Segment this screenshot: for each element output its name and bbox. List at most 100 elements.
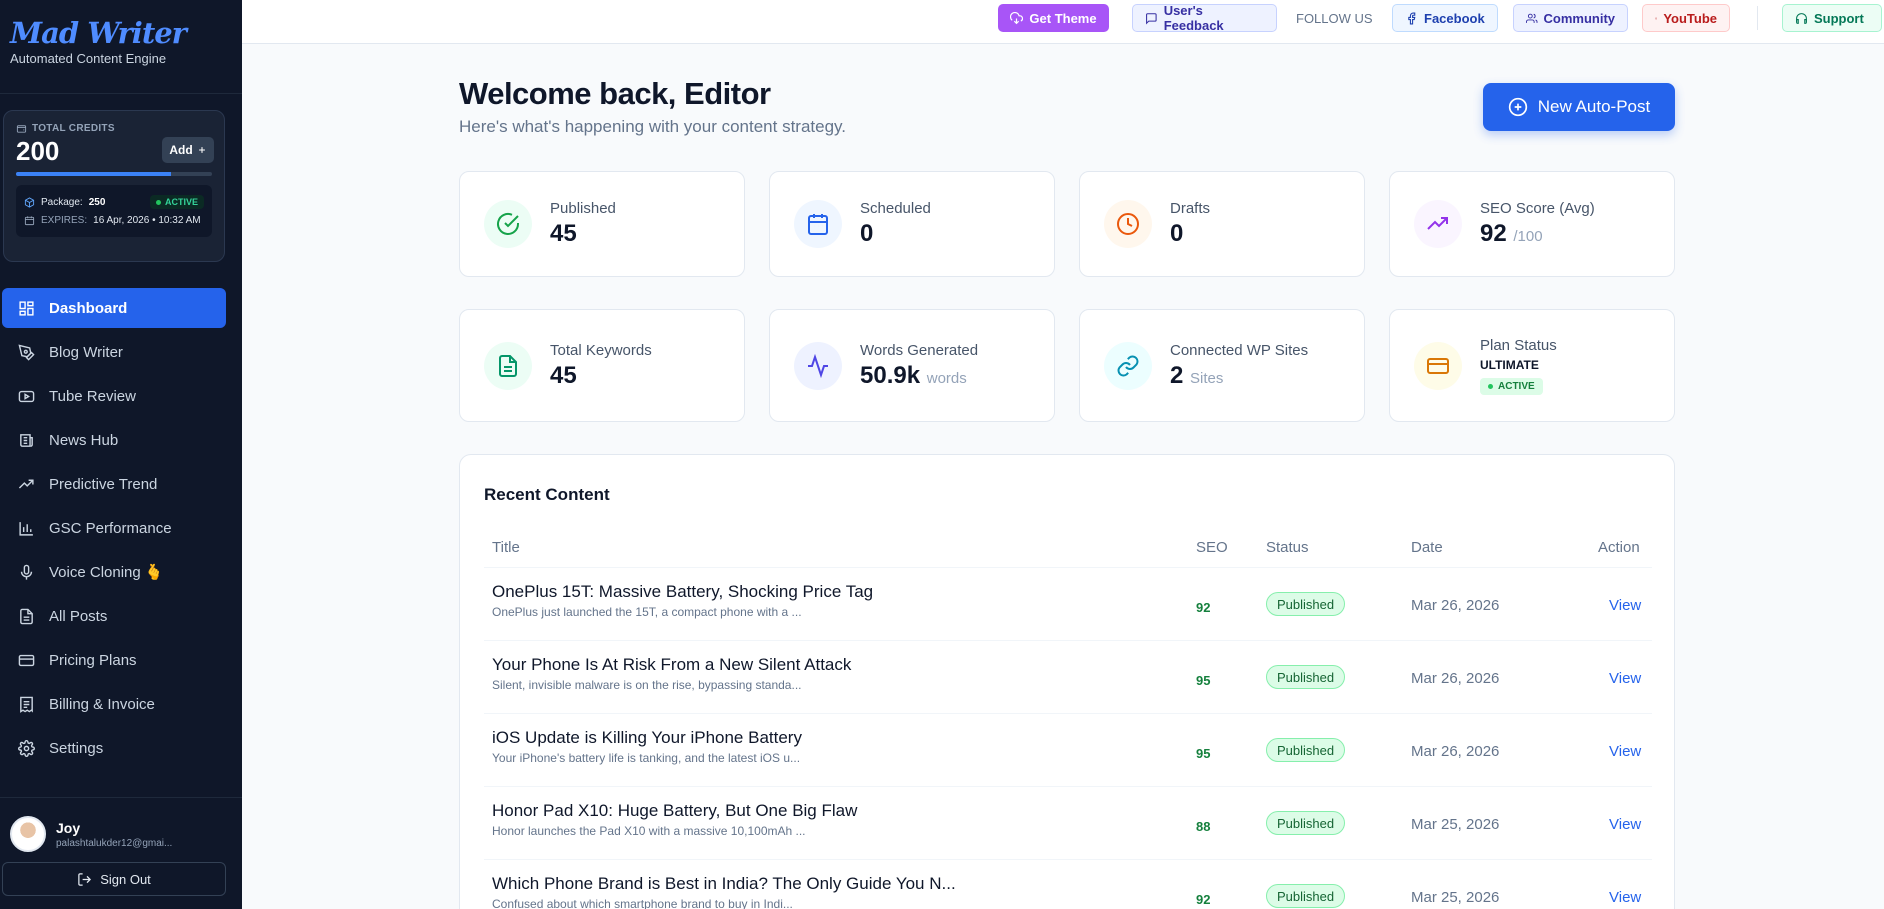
status-badge: Published	[1266, 592, 1346, 616]
user-text: Joy palashtalukder12@gmai...	[56, 820, 172, 849]
plus-icon	[198, 147, 205, 153]
user-info[interactable]: Joy palashtalukder12@gmai...	[10, 816, 232, 852]
sidebar-item-voice-cloning[interactable]: Voice Cloning 🫰	[2, 552, 226, 592]
expires-label: EXPIRES:	[41, 214, 88, 226]
status-badge: Published	[1266, 811, 1346, 835]
stat-card-published: Published 45	[459, 171, 745, 277]
sidebar: Mad Writer Automated Content Engine TOTA…	[0, 0, 242, 909]
plan-name: ULTIMATE	[1480, 357, 1539, 372]
support-button[interactable]: Support	[1782, 4, 1882, 32]
sidebar-item-blog-writer[interactable]: Blog Writer	[2, 332, 226, 372]
view-link[interactable]: View	[1609, 597, 1641, 614]
add-credits-label: Add	[169, 143, 193, 157]
page-subtitle: Here's what's happening with your conten…	[459, 117, 846, 136]
stat-text: Total Keywords 45	[550, 342, 652, 390]
sidebar-item-label: Settings	[49, 739, 104, 757]
row-description: Confused about which smartphone brand to…	[492, 897, 793, 909]
brand: Mad Writer Automated Content Engine	[0, 0, 242, 94]
row-date: Mar 25, 2026	[1411, 889, 1500, 906]
stat-value: 0	[860, 220, 874, 247]
facebook-link[interactable]: Facebook	[1392, 4, 1498, 32]
check-circle-icon	[484, 200, 532, 248]
calendar-icon	[24, 215, 35, 225]
sidebar-item-label: All Posts	[49, 607, 108, 625]
add-credits-button[interactable]: Add	[162, 137, 214, 163]
trending-up-icon	[18, 479, 34, 489]
sidebar-item-settings[interactable]: Settings	[2, 728, 226, 768]
stat-unit: /100	[1513, 228, 1543, 245]
stat-text: SEO Score (Avg) 92 /100	[1480, 200, 1595, 248]
sidebar-item-label: GSC Performance	[49, 519, 172, 537]
status-badge: Published	[1266, 884, 1346, 908]
stat-label: Total Keywords	[550, 341, 652, 359]
youtube-link[interactable]: YouTube	[1642, 4, 1730, 32]
view-link[interactable]: View	[1609, 743, 1641, 760]
video-icon	[18, 390, 35, 402]
package-row: Package: 250 ACTIVE	[24, 193, 204, 211]
row-seo-score: 95	[1196, 746, 1211, 761]
sidebar-item-predictive-trend[interactable]: Predictive Trend	[2, 464, 226, 504]
status-badge: Published	[1266, 738, 1346, 762]
sidebar-item-news-hub[interactable]: News Hub	[2, 420, 226, 460]
row-description: Honor launches the Pad X10 with a massiv…	[492, 824, 806, 838]
sidebar-item-label: Predictive Trend	[49, 475, 158, 493]
brand-logo[interactable]: Mad Writer	[10, 16, 232, 50]
column-header-seo: SEO	[1196, 539, 1228, 556]
package-status-badge: ACTIVE	[149, 195, 204, 209]
package-value: 250	[88, 196, 106, 208]
user-feedback-button[interactable]: User's Feedback	[1132, 3, 1277, 33]
sidebar-item-gsc-performance[interactable]: GSC Performance	[2, 508, 226, 548]
document-icon	[20, 608, 33, 624]
stat-value: 0	[1170, 220, 1184, 247]
community-link[interactable]: Community	[1513, 4, 1628, 32]
brand-tagline: Automated Content Engine	[10, 51, 167, 66]
sidebar-item-pricing-plans[interactable]: Pricing Plans	[2, 640, 226, 680]
get-theme-button[interactable]: Get Theme	[998, 4, 1109, 32]
gear-icon	[18, 739, 35, 757]
sidebar-item-all-posts[interactable]: All Posts	[2, 596, 226, 636]
row-description: OnePlus just launched the 15T, a compact…	[492, 605, 802, 619]
row-title: Your Phone Is At Risk From a New Silent …	[492, 655, 852, 674]
credits-card: TOTAL CREDITS 200 Add Package: 250 ACTIVE…	[3, 110, 225, 262]
sidebar-item-label: Billing & Invoice	[49, 695, 155, 713]
stat-text: Plan Status ULTIMATE ACTIVE	[1480, 337, 1557, 395]
trending-up-icon	[1414, 200, 1462, 248]
view-link[interactable]: View	[1609, 670, 1641, 687]
community-label: Community	[1543, 10, 1616, 26]
row-seo-score: 95	[1196, 673, 1211, 688]
stat-card-scheduled: Scheduled 0	[769, 171, 1055, 277]
youtube-label: YouTube	[1663, 10, 1717, 26]
column-header-status: Status	[1266, 539, 1309, 556]
sidebar-item-label: Dashboard	[49, 299, 128, 317]
stat-value: 92 /100	[1480, 220, 1595, 248]
stat-text: Scheduled 0	[860, 200, 931, 248]
recent-content-card: Recent Content Title SEO Status Date Act…	[459, 454, 1675, 909]
stat-card-plan-status: Plan Status ULTIMATE ACTIVE	[1389, 309, 1675, 422]
sidebar-item-label: Voice Cloning 🫰	[49, 564, 164, 581]
message-icon	[1146, 12, 1157, 25]
facebook-icon	[1408, 12, 1416, 24]
avatar	[10, 816, 46, 852]
column-header-date: Date	[1411, 539, 1443, 556]
new-auto-post-button[interactable]: New Auto-Post	[1483, 83, 1675, 131]
sidebar-item-dashboard[interactable]: Dashboard	[2, 288, 226, 328]
sidebar-item-label: News Hub	[49, 431, 119, 449]
sign-out-button[interactable]: Sign Out	[2, 862, 226, 896]
table-row: Honor Pad X10: Huge Battery, But One Big…	[484, 787, 1652, 860]
view-link[interactable]: View	[1609, 816, 1641, 833]
wallet-icon	[16, 125, 27, 133]
support-label: Support	[1814, 10, 1864, 26]
credits-progress-bar	[16, 172, 212, 176]
stat-card-drafts: Drafts 0	[1079, 171, 1365, 277]
view-link[interactable]: View	[1609, 889, 1641, 906]
microphone-icon	[20, 564, 33, 580]
credit-card-icon	[1414, 341, 1462, 390]
calendar-icon	[794, 200, 842, 248]
sidebar-item-billing-invoice[interactable]: Billing & Invoice	[2, 684, 226, 724]
stat-card-total-keywords: Total Keywords 45	[459, 309, 745, 422]
sidebar-item-tube-review[interactable]: Tube Review	[2, 376, 226, 416]
stat-number: 92	[1480, 220, 1507, 247]
stat-text: Connected WP Sites 2 Sites	[1170, 342, 1308, 390]
plan-status-text: ACTIVE	[1498, 380, 1535, 392]
table-row: iOS Update is Killing Your iPhone Batter…	[484, 714, 1652, 787]
